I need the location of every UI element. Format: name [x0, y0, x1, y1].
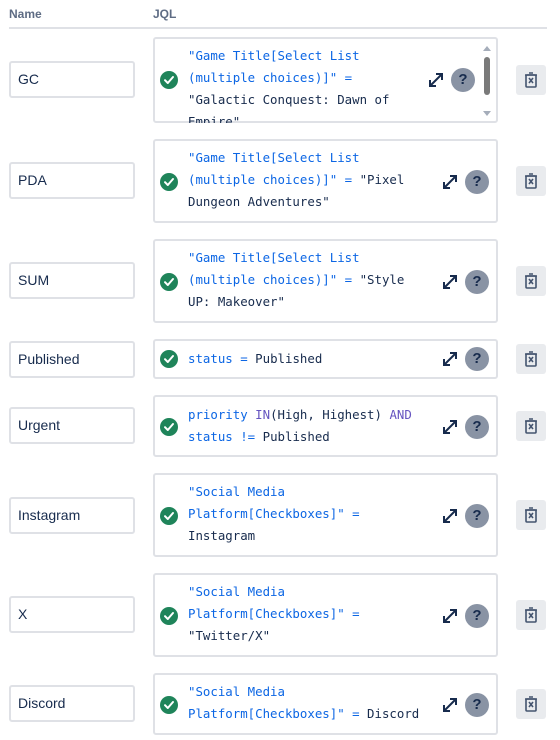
jql-editor[interactable]: priority IN(High, Highest) AND status != … — [153, 395, 498, 457]
check-circle-icon — [160, 607, 178, 625]
check-circle-icon — [160, 173, 178, 191]
check-circle-icon — [160, 507, 178, 525]
delete-button[interactable] — [516, 266, 546, 296]
jql-text[interactable]: "Social Media Platform[Checkboxes]" = Inst… — [188, 481, 426, 547]
help-icon[interactable]: ? — [451, 68, 475, 92]
expand-arrows-icon[interactable] — [427, 71, 445, 89]
help-icon[interactable]: ? — [465, 604, 489, 628]
delete-button[interactable] — [516, 500, 546, 530]
jql-column-header: JQL — [153, 7, 177, 21]
expand-arrows-icon[interactable] — [441, 273, 459, 291]
filter-name-input[interactable]: PDA — [9, 162, 135, 199]
check-circle-icon — [160, 350, 178, 368]
expand-arrows-icon[interactable] — [441, 418, 459, 436]
expand-arrows-icon[interactable] — [441, 696, 459, 714]
delete-button[interactable] — [516, 344, 546, 374]
jql-editor[interactable]: "Game Title[Select List (multiple choices… — [153, 139, 498, 223]
delete-button[interactable] — [516, 166, 546, 196]
delete-button[interactable] — [516, 411, 546, 441]
help-icon[interactable]: ? — [465, 347, 489, 371]
expand-arrows-icon[interactable] — [441, 350, 459, 368]
expand-arrows-icon[interactable] — [441, 507, 459, 525]
help-icon[interactable]: ? — [465, 415, 489, 439]
jql-editor[interactable]: "Social Media Platform[Checkboxes]" = Inst… — [153, 473, 498, 557]
check-circle-icon — [160, 418, 178, 436]
expand-arrows-icon[interactable] — [441, 173, 459, 191]
filter-name-input[interactable]: SUM — [9, 262, 135, 299]
filter-name-input[interactable]: GC — [9, 61, 135, 98]
help-icon[interactable]: ? — [465, 504, 489, 528]
help-icon[interactable]: ? — [465, 170, 489, 194]
filter-name-input[interactable]: Instagram — [9, 497, 135, 534]
jql-text[interactable]: "Social Media Platform[Checkboxes]" = "Twi… — [188, 581, 426, 647]
check-circle-icon — [160, 71, 178, 89]
jql-editor[interactable]: "Game Title[Select List (multiple choices… — [153, 37, 498, 123]
jql-text[interactable]: "Social Media Platform[Checkboxes]" = Dis… — [188, 681, 426, 725]
expand-arrows-icon[interactable] — [441, 607, 459, 625]
delete-button[interactable] — [516, 689, 546, 719]
filter-name-input[interactable]: Published — [9, 341, 135, 378]
delete-button[interactable] — [516, 600, 546, 630]
jql-editor[interactable]: status = Published ? — [153, 339, 498, 379]
scrollbar-thumb[interactable] — [484, 57, 490, 95]
jql-text[interactable]: "Game Title[Select List (multiple choices… — [188, 247, 426, 313]
header-divider — [9, 27, 547, 29]
filter-name-input[interactable]: Discord — [9, 685, 135, 722]
jql-editor[interactable]: "Social Media Platform[Checkboxes]" = Dis… — [153, 673, 498, 735]
jql-text[interactable]: "Game Title[Select List (multiple choices… — [188, 147, 426, 213]
jql-text[interactable]: priority IN(High, Highest) AND status != … — [188, 404, 426, 448]
jql-text[interactable]: status = Published — [188, 348, 426, 370]
delete-button[interactable] — [516, 65, 546, 95]
filter-name-input[interactable]: Urgent — [9, 407, 135, 444]
help-icon[interactable]: ? — [465, 693, 489, 717]
filter-name-input[interactable]: X — [9, 596, 135, 633]
scrollbar[interactable] — [482, 41, 492, 119]
jql-editor[interactable]: "Game Title[Select List (multiple choices… — [153, 239, 498, 323]
help-icon[interactable]: ? — [465, 270, 489, 294]
jql-text[interactable]: "Game Title[Select List (multiple choices… — [188, 45, 426, 123]
check-circle-icon — [160, 273, 178, 291]
jql-editor[interactable]: "Social Media Platform[Checkboxes]" = "Twi… — [153, 573, 498, 657]
check-circle-icon — [160, 696, 178, 714]
name-column-header: Name — [9, 7, 42, 21]
